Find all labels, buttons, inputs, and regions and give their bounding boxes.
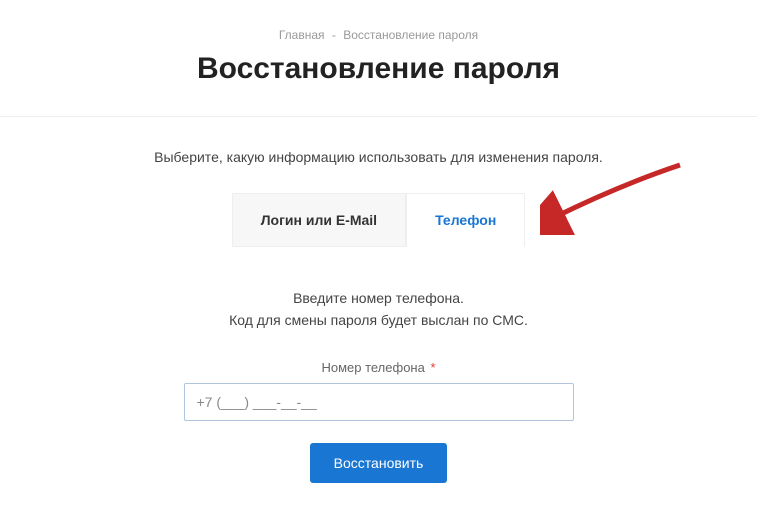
form-instruction-line2: Код для смены пароля будет выслан по СМС… <box>0 309 757 331</box>
phone-label-text: Номер телефона <box>321 360 424 375</box>
form-instruction-line1: Введите номер телефона. <box>0 287 757 309</box>
required-mark: * <box>430 360 435 375</box>
breadcrumb-home-link[interactable]: Главная <box>279 28 325 42</box>
instruction-text: Выберите, какую информацию использовать … <box>0 149 757 165</box>
breadcrumb-current: Восстановление пароля <box>343 28 478 42</box>
phone-input[interactable] <box>184 383 574 421</box>
tab-phone[interactable]: Телефон <box>406 193 525 247</box>
breadcrumb: Главная - Восстановление пароля <box>0 0 757 42</box>
breadcrumb-separator: - <box>332 28 336 42</box>
restore-button[interactable]: Восстановить <box>310 443 448 483</box>
divider <box>0 116 757 117</box>
tabs: Логин или E-Mail Телефон <box>0 193 757 247</box>
phone-field-wrap: Номер телефона * <box>184 360 574 421</box>
submit-wrap: Восстановить <box>0 443 757 483</box>
page-title: Восстановление пароля <box>0 52 757 86</box>
tab-login-email[interactable]: Логин или E-Mail <box>232 193 406 247</box>
phone-label: Номер телефона * <box>184 360 574 375</box>
form-instructions: Введите номер телефона. Код для смены па… <box>0 287 757 332</box>
